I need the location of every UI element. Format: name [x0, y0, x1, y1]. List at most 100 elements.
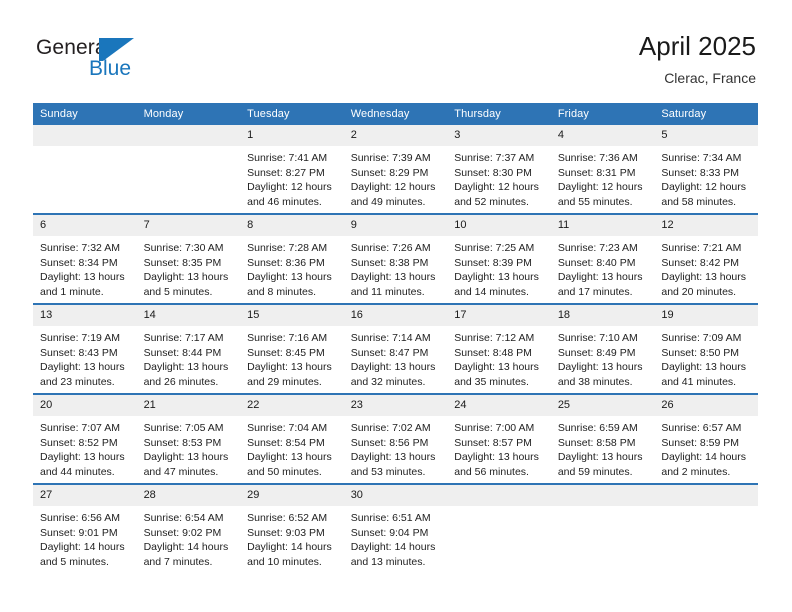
- calendar-week-row: 27 Sunrise: 6:56 AM Sunset: 9:01 PM Dayligh…: [33, 483, 758, 573]
- sunrise-text: Sunrise: 7:34 AM: [661, 152, 742, 164]
- day-detail: Sunrise: 7:19 AM Sunset: 8:43 PM Daylight:…: [33, 326, 137, 389]
- sunset-text: Sunset: 8:57 PM: [454, 436, 532, 449]
- sunrise-text: Sunrise: 7:19 AM: [40, 332, 120, 344]
- day-detail: Sunrise: 7:02 AM Sunset: 8:56 PM Daylight:…: [344, 416, 448, 479]
- weekday-header-wednesday: Wednesday: [343, 103, 448, 125]
- calendar-day-cell[interactable]: 1 Sunrise: 7:41 AM Sunset: 8:27 PM Daylight…: [240, 125, 344, 214]
- day-number: 9: [343, 215, 448, 236]
- calendar-day-cell[interactable]: 5 Sunrise: 7:34 AM Sunset: 8:33 PM Daylight…: [654, 125, 758, 214]
- day-number: 14: [136, 305, 241, 326]
- sunrise-text: Sunrise: 6:59 AM: [557, 422, 638, 434]
- daylight-text: Daylight: 13 hours and 35 minutes.: [454, 361, 539, 388]
- calendar-day-cell[interactable]: 16 Sunrise: 7:14 AM Sunset: 8:47 PM Dayligh…: [343, 303, 448, 394]
- day-detail: Sunrise: 6:56 AM Sunset: 9:01 PM Daylight:…: [33, 506, 137, 569]
- day-number: 15: [240, 305, 344, 326]
- day-number: [136, 125, 241, 146]
- calendar-day-cell[interactable]: 15 Sunrise: 7:16 AM Sunset: 8:45 PM Dayligh…: [240, 303, 344, 394]
- day-detail: Sunrise: 7:25 AM Sunset: 8:39 PM Daylight:…: [447, 236, 551, 299]
- calendar-day-cell[interactable]: 6 Sunrise: 7:32 AM Sunset: 8:34 PM Daylight…: [33, 213, 137, 304]
- calendar-day-cell[interactable]: 10 Sunrise: 7:25 AM Sunset: 8:39 PM Dayligh…: [447, 213, 551, 304]
- calendar-day-cell-empty: [33, 125, 137, 214]
- logo-text-blue: Blue: [89, 57, 132, 80]
- daylight-text: Daylight: 12 hours and 46 minutes.: [247, 181, 332, 208]
- calendar-day-cell[interactable]: 25 Sunrise: 6:59 AM Sunset: 8:58 PM Dayligh…: [550, 393, 655, 484]
- calendar-day-cell[interactable]: 13 Sunrise: 7:19 AM Sunset: 8:43 PM Dayligh…: [33, 303, 137, 394]
- day-detail: Sunrise: 7:26 AM Sunset: 8:38 PM Daylight:…: [344, 236, 448, 299]
- sunrise-text: Sunrise: 6:51 AM: [350, 512, 431, 524]
- sunset-text: Sunset: 8:27 PM: [247, 166, 325, 179]
- calendar-day-cell[interactable]: 22 Sunrise: 7:04 AM Sunset: 8:54 PM Dayligh…: [240, 393, 344, 484]
- day-detail: Sunrise: 6:54 AM Sunset: 9:02 PM Daylight:…: [137, 506, 241, 569]
- sunrise-text: Sunrise: 7:00 AM: [454, 422, 535, 434]
- daylight-text: Daylight: 12 hours and 55 minutes.: [557, 181, 643, 208]
- weekday-header-saturday: Saturday: [654, 103, 758, 125]
- calendar-day-cell[interactable]: 20 Sunrise: 7:07 AM Sunset: 8:52 PM Dayligh…: [33, 393, 137, 484]
- calendar-day-cell[interactable]: 26 Sunrise: 6:57 AM Sunset: 8:59 PM Dayligh…: [654, 393, 758, 484]
- calendar-day-cell[interactable]: 21 Sunrise: 7:05 AM Sunset: 8:53 PM Dayligh…: [136, 393, 241, 484]
- calendar-day-cell[interactable]: 4 Sunrise: 7:36 AM Sunset: 8:31 PM Daylight…: [550, 125, 655, 214]
- sunset-text: Sunset: 9:04 PM: [350, 526, 429, 539]
- day-detail: Sunrise: 7:16 AM Sunset: 8:45 PM Daylight:…: [240, 326, 344, 389]
- sunrise-text: Sunrise: 7:32 AM: [40, 242, 120, 254]
- sunset-text: Sunset: 8:52 PM: [40, 436, 118, 449]
- sunrise-text: Sunrise: 7:16 AM: [247, 332, 328, 344]
- daylight-text: Daylight: 14 hours and 7 minutes.: [143, 541, 229, 568]
- day-number: 22: [240, 395, 344, 416]
- page-header: General Blue April 2025 Clerac, France: [0, 0, 792, 100]
- day-detail: Sunrise: 7:10 AM Sunset: 8:49 PM Daylight:…: [551, 326, 655, 389]
- day-detail: Sunrise: 7:34 AM Sunset: 8:33 PM Daylight:…: [654, 146, 758, 209]
- daylight-text: Daylight: 13 hours and 8 minutes.: [247, 271, 332, 298]
- calendar-day-cell[interactable]: 9 Sunrise: 7:26 AM Sunset: 8:38 PM Daylight…: [343, 213, 448, 304]
- calendar-day-cell[interactable]: 12 Sunrise: 7:21 AM Sunset: 8:42 PM Dayligh…: [654, 213, 758, 304]
- day-number: 11: [550, 215, 655, 236]
- sunset-text: Sunset: 8:44 PM: [143, 346, 222, 359]
- calendar-day-cell[interactable]: 8 Sunrise: 7:28 AM Sunset: 8:36 PM Daylight…: [240, 213, 344, 304]
- calendar-day-cell[interactable]: 23 Sunrise: 7:02 AM Sunset: 8:56 PM Dayligh…: [343, 393, 448, 484]
- calendar-day-cell-empty: [136, 125, 241, 214]
- calendar-day-cell[interactable]: 2 Sunrise: 7:39 AM Sunset: 8:29 PM Daylight…: [343, 125, 448, 214]
- sunset-text: Sunset: 8:36 PM: [247, 256, 325, 269]
- calendar-body: 1 Sunrise: 7:41 AM Sunset: 8:27 PM Daylight…: [33, 125, 758, 573]
- calendar-day-cell[interactable]: 14 Sunrise: 7:17 AM Sunset: 8:44 PM Dayligh…: [136, 303, 241, 394]
- calendar-day-cell[interactable]: 18 Sunrise: 7:10 AM Sunset: 8:49 PM Dayligh…: [550, 303, 655, 394]
- day-number: 25: [550, 395, 655, 416]
- sunrise-text: Sunrise: 7:39 AM: [350, 152, 431, 164]
- calendar-day-cell[interactable]: 28 Sunrise: 6:54 AM Sunset: 9:02 PM Dayligh…: [136, 483, 241, 573]
- day-number: 18: [550, 305, 655, 326]
- calendar-day-cell[interactable]: 11 Sunrise: 7:23 AM Sunset: 8:40 PM Dayligh…: [550, 213, 655, 304]
- calendar-week-row: 13 Sunrise: 7:19 AM Sunset: 8:43 PM Dayligh…: [33, 303, 758, 394]
- day-detail: Sunrise: 7:09 AM Sunset: 8:50 PM Daylight:…: [654, 326, 758, 389]
- sunset-text: Sunset: 8:59 PM: [661, 436, 740, 449]
- daylight-text: Daylight: 13 hours and 41 minutes.: [661, 361, 747, 388]
- daylight-text: Daylight: 13 hours and 23 minutes.: [40, 361, 125, 388]
- day-number: 28: [136, 485, 241, 506]
- calendar-day-cell[interactable]: 24 Sunrise: 7:00 AM Sunset: 8:57 PM Dayligh…: [447, 393, 551, 484]
- title-block: April 2025 Clerac, France: [639, 30, 756, 88]
- daylight-text: Daylight: 13 hours and 50 minutes.: [247, 451, 332, 478]
- calendar-day-cell[interactable]: 27 Sunrise: 6:56 AM Sunset: 9:01 PM Dayligh…: [33, 483, 137, 573]
- day-number: 19: [654, 305, 758, 326]
- calendar-day-cell[interactable]: 3 Sunrise: 7:37 AM Sunset: 8:30 PM Daylight…: [447, 125, 551, 214]
- daylight-text: Daylight: 12 hours and 52 minutes.: [454, 181, 539, 208]
- sunset-text: Sunset: 9:02 PM: [143, 526, 222, 539]
- sunset-text: Sunset: 9:03 PM: [247, 526, 325, 539]
- day-detail: Sunrise: 7:12 AM Sunset: 8:48 PM Daylight:…: [447, 326, 551, 389]
- calendar-day-cell[interactable]: 17 Sunrise: 7:12 AM Sunset: 8:48 PM Dayligh…: [447, 303, 551, 394]
- day-detail: Sunrise: 7:07 AM Sunset: 8:52 PM Daylight:…: [33, 416, 137, 479]
- calendar-day-cell[interactable]: 29 Sunrise: 6:52 AM Sunset: 9:03 PM Dayligh…: [240, 483, 344, 573]
- calendar-day-cell[interactable]: 7 Sunrise: 7:30 AM Sunset: 8:35 PM Daylight…: [136, 213, 241, 304]
- calendar-day-cell[interactable]: 19 Sunrise: 7:09 AM Sunset: 8:50 PM Dayligh…: [654, 303, 758, 394]
- daylight-text: Daylight: 13 hours and 47 minutes.: [143, 451, 229, 478]
- day-detail: Sunrise: 7:41 AM Sunset: 8:27 PM Daylight:…: [240, 146, 344, 209]
- day-detail: Sunrise: 7:14 AM Sunset: 8:47 PM Daylight:…: [344, 326, 448, 389]
- day-number: 3: [447, 125, 551, 146]
- day-number: [550, 485, 655, 506]
- sunset-text: Sunset: 8:49 PM: [557, 346, 636, 359]
- weekday-header-sunday: Sunday: [33, 103, 137, 125]
- weekday-header-friday: Friday: [550, 103, 655, 125]
- sunrise-text: Sunrise: 6:56 AM: [40, 512, 120, 524]
- calendar-day-cell[interactable]: 30 Sunrise: 6:51 AM Sunset: 9:04 PM Dayligh…: [343, 483, 448, 573]
- general-blue-logo[interactable]: General Blue: [36, 36, 166, 88]
- daylight-text: Daylight: 13 hours and 59 minutes.: [557, 451, 643, 478]
- sunrise-text: Sunrise: 7:41 AM: [247, 152, 328, 164]
